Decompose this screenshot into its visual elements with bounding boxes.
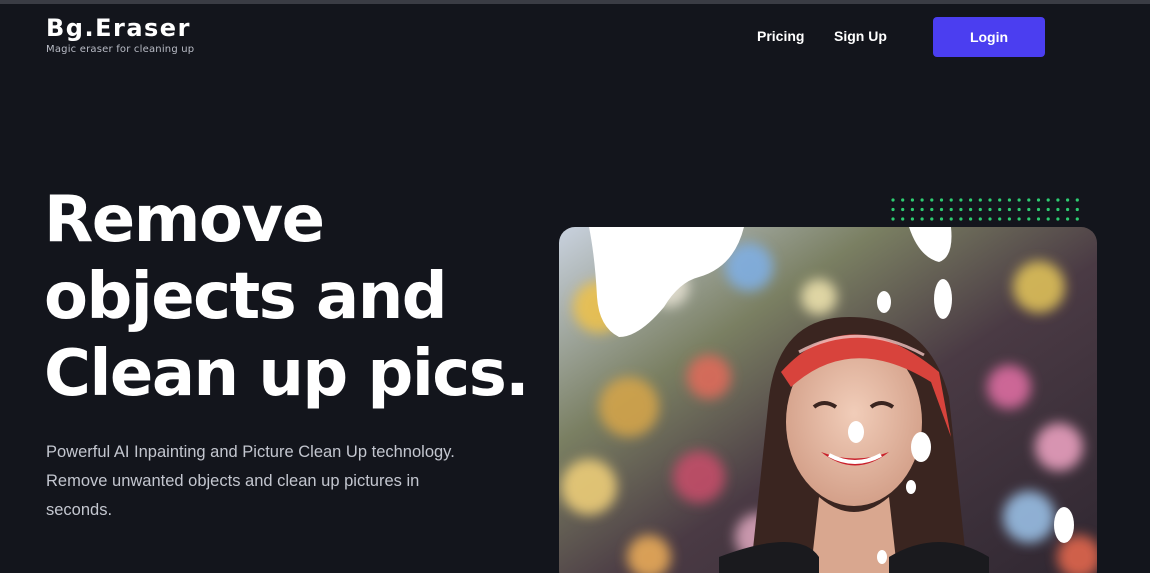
- decor-dot: [1007, 198, 1011, 202]
- decor-dot: [1027, 207, 1031, 212]
- decor-dot: [910, 198, 914, 202]
- decor-dot: [920, 217, 924, 221]
- decor-dot: [969, 217, 973, 221]
- decor-dot: [891, 198, 895, 202]
- decor-dot: [1075, 217, 1079, 221]
- decor-dot: [978, 217, 982, 221]
- decor-dot: [1027, 198, 1031, 202]
- decor-dot: [1017, 217, 1021, 221]
- decor-dot: [988, 207, 992, 212]
- decor-dot: [1046, 217, 1050, 221]
- smiling-woman-photo-icon: [559, 227, 1097, 573]
- decor-dot: [910, 217, 914, 221]
- decor-dot: [1046, 207, 1050, 212]
- dots-decoration: [891, 198, 1079, 221]
- hero-subtitle-line: seconds.: [46, 501, 113, 519]
- decor-dot: [1017, 207, 1021, 212]
- decor-dot: [988, 217, 992, 221]
- decor-dot: [978, 198, 982, 202]
- decor-dot: [1066, 207, 1070, 212]
- decor-dot: [1056, 207, 1060, 212]
- decor-dot: [930, 217, 934, 221]
- hero-title: Remove objects and Clean up pics.: [44, 182, 544, 413]
- decor-dot: [939, 217, 944, 221]
- decor-dot: [939, 198, 944, 202]
- decor-dot: [998, 207, 1002, 212]
- decor-dot: [1036, 217, 1041, 221]
- decor-dot: [1017, 198, 1021, 202]
- decor-dot: [1036, 198, 1041, 202]
- decor-dot: [910, 207, 914, 212]
- hero-subtitle-line: Powerful AI Inpainting and Picture Clean…: [46, 443, 455, 461]
- hero-title-line: Remove: [44, 183, 325, 257]
- decor-dot: [1066, 217, 1070, 221]
- decor-dot: [1075, 198, 1079, 202]
- decor-dot: [901, 207, 905, 212]
- decor-dot: [1036, 207, 1041, 212]
- hero-photo: [559, 227, 1097, 573]
- decor-dot: [1056, 217, 1060, 221]
- hero-title-line: objects and: [44, 260, 448, 334]
- decor-dot: [959, 207, 963, 212]
- decor-dot: [930, 207, 934, 212]
- decor-dot: [988, 198, 992, 202]
- decor-dot: [920, 207, 924, 212]
- hero-subtitle: Powerful AI Inpainting and Picture Clean…: [46, 438, 486, 525]
- hero-title-line: Clean up pics.: [44, 337, 530, 411]
- nav-pricing-link[interactable]: Pricing: [757, 28, 804, 44]
- decor-dot: [1007, 207, 1011, 212]
- decor-dot: [949, 217, 953, 221]
- decor-dot: [891, 207, 895, 212]
- decor-dot: [949, 198, 953, 202]
- decor-dot: [930, 198, 934, 202]
- decor-dot: [1046, 198, 1050, 202]
- brand-tagline: Magic eraser for cleaning up: [46, 44, 195, 55]
- decor-dot: [978, 207, 982, 212]
- decor-dot: [959, 198, 963, 202]
- decor-dot: [901, 217, 905, 221]
- decor-dot: [998, 217, 1002, 221]
- brand-logo[interactable]: Bg.Eraser Magic eraser for cleaning up: [46, 14, 194, 55]
- decor-dot: [939, 207, 944, 212]
- decor-dot: [1075, 207, 1079, 212]
- decor-dot: [901, 198, 905, 202]
- decor-dot: [998, 198, 1002, 202]
- decor-dot: [1056, 198, 1060, 202]
- decor-dot: [1027, 217, 1031, 221]
- window-top-strip: [0, 0, 1150, 4]
- login-button[interactable]: Login: [933, 17, 1045, 57]
- decor-dot: [969, 198, 973, 202]
- nav-signup-link[interactable]: Sign Up: [834, 28, 887, 44]
- brand-name: Bg.Eraser: [46, 14, 191, 42]
- decor-dot: [949, 207, 953, 212]
- decor-dot: [969, 207, 973, 212]
- decor-dot: [959, 217, 963, 221]
- decor-dot: [920, 198, 924, 202]
- hero-subtitle-line: Remove unwanted objects and clean up pic…: [46, 472, 420, 490]
- decor-dot: [891, 217, 895, 221]
- decor-dot: [1066, 198, 1070, 202]
- decor-dot: [1007, 217, 1011, 221]
